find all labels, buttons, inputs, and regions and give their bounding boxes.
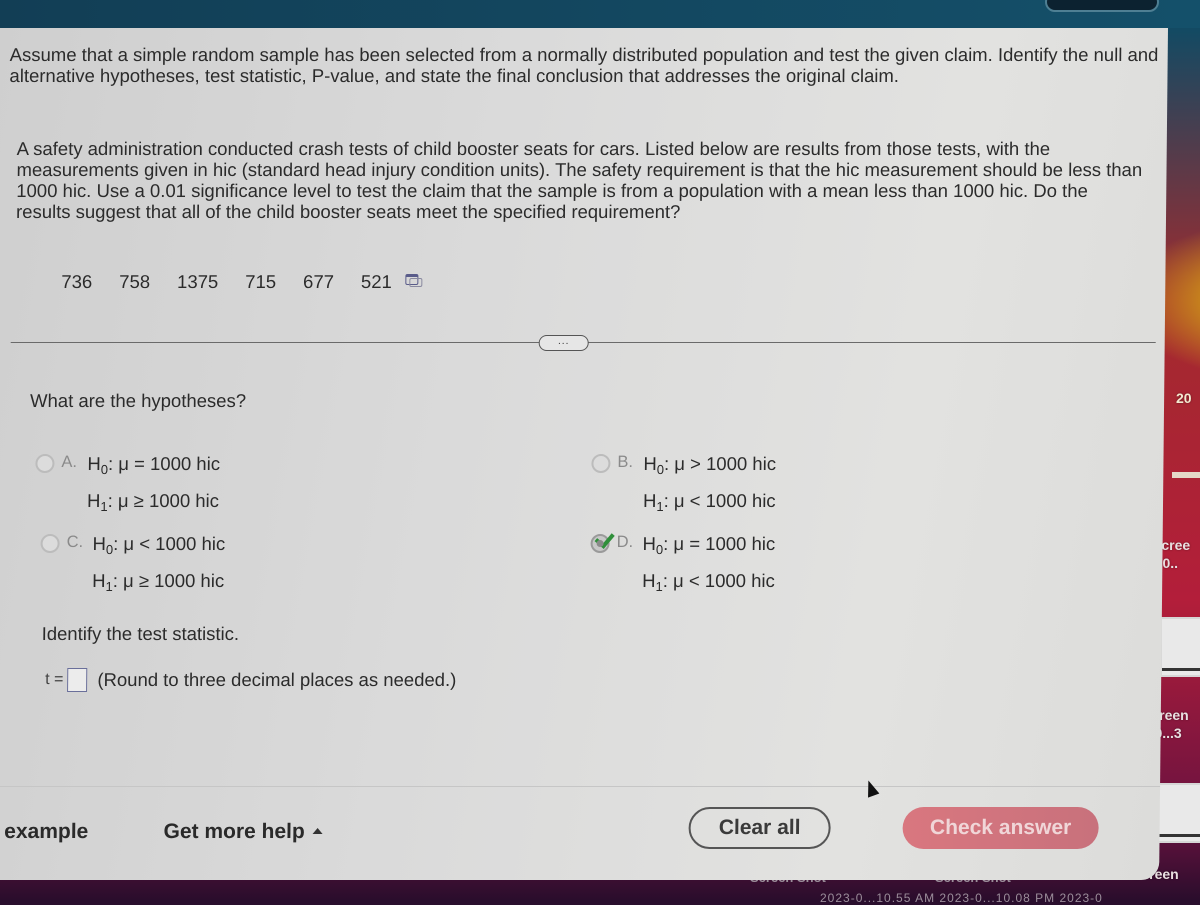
radio-button[interactable] [35,454,55,473]
hypothesis-text: : μ ≥ 1000 hic [112,570,225,591]
radio-button-selected[interactable] [590,528,615,553]
hypothesis-text: : μ < 1000 hic [663,490,776,511]
alternative-hypothesis: H1: μ ≥ 1000 hic [87,490,220,517]
h-symbol: H [92,570,106,591]
radio-button[interactable] [591,454,611,473]
hypothesis-text: : μ = 1000 hic [107,453,221,474]
h-subscript: 1 [655,579,663,594]
option-letter: D. [616,533,634,551]
desktop-file-timestamps: 2023-0...10.55 AM 2023-0...10.08 PM 2023… [820,891,1103,905]
browser-top-bar [0,0,1200,28]
rounding-hint: (Round to three decimal places as needed… [97,669,457,690]
alternative-hypothesis: H1: μ ≥ 1000 hic [92,570,225,597]
data-value: 715 [245,271,277,292]
h-subscript: 1 [656,499,664,514]
hypothesis-text: : μ = 1000 hic [663,533,776,554]
get-more-help-label: Get more help [163,820,305,843]
null-hypothesis: H0: μ = 1000 hic [642,533,775,560]
sample-data: 736 758 1375 715 677 521 [61,271,421,293]
problem-instructions: Assume that a simple random sample has b… [9,44,1159,86]
data-value: 736 [61,271,93,292]
correct-check-icon [594,528,615,549]
hypothesis-text: : μ ≥ 1000 hic [107,490,220,511]
data-value: 758 [119,271,151,292]
mouse-cursor-icon [862,778,880,798]
data-value: 521 [360,271,392,292]
hypothesis-text: : μ < 1000 hic [662,570,775,591]
h-subscript: 1 [105,579,113,594]
option-c[interactable]: C. H0: μ < 1000 hic H1: μ ≥ 1000 hic [40,533,225,597]
view-example-link[interactable]: n example [0,820,88,844]
null-hypothesis: H0: μ = 1000 hic [87,453,220,480]
desktop-label: 20 [1176,390,1192,406]
test-statistic-row: t = (Round to three decimal places as ne… [45,668,456,692]
hypothesis-text: : μ < 1000 hic [113,533,226,554]
t-label: t = [45,671,64,688]
option-letter: B. [617,453,634,471]
hypotheses-prompt: What are the hypotheses? [29,390,247,411]
desktop-screenshot-thumbnail[interactable] [1160,617,1200,677]
option-d[interactable]: D. H0: μ = 1000 hic H1: μ < 1000 hic [590,528,775,597]
test-statistic-prompt: Identify the test statistic. [41,623,240,644]
null-hypothesis: H0: μ < 1000 hic [92,533,225,560]
homework-window: Assume that a simple random sample has b… [0,28,1169,880]
data-value: 677 [303,271,335,292]
h-subscript: 0 [105,542,114,557]
expand-more-button[interactable]: ... [538,335,589,351]
alternative-hypothesis: H1: μ < 1000 hic [643,490,776,517]
h-symbol: H [643,453,657,474]
desktop-icon[interactable] [1172,472,1200,478]
null-hypothesis: H0: μ > 1000 hic [643,453,776,480]
footer-divider [0,786,1161,787]
h-subscript: 0 [100,462,109,477]
h-symbol: H [642,570,656,591]
check-answer-button[interactable]: Check answer [902,807,1099,849]
option-b[interactable]: B. H0: μ > 1000 hic H1: μ < 1000 hic [591,453,776,517]
h-symbol: H [92,533,107,554]
option-a[interactable]: A. H0: μ = 1000 hic H1: μ ≥ 1000 hic [35,453,220,517]
h-symbol: H [87,453,101,474]
hypothesis-text: : μ > 1000 hic [663,453,777,474]
get-more-help-link[interactable]: Get more help [163,820,323,844]
h-symbol: H [642,533,657,554]
option-letter: A. [61,453,78,471]
test-statistic-input[interactable] [67,668,88,692]
copy-data-icon[interactable] [405,274,421,286]
top-pill-control[interactable] [1045,0,1159,12]
h-subscript: 0 [656,462,665,477]
caret-up-icon [312,828,323,834]
h-subscript: 1 [100,499,108,514]
data-value: 1375 [176,271,219,292]
radio-button[interactable] [40,534,60,553]
problem-scenario: A safety administration conducted crash … [15,138,1143,222]
h-symbol: H [642,490,657,511]
alternative-hypothesis: H1: μ < 1000 hic [642,570,775,597]
h-symbol: H [86,490,101,511]
option-letter: C. [66,533,84,551]
clear-all-button[interactable]: Clear all [688,807,831,849]
h-subscript: 0 [655,542,664,557]
